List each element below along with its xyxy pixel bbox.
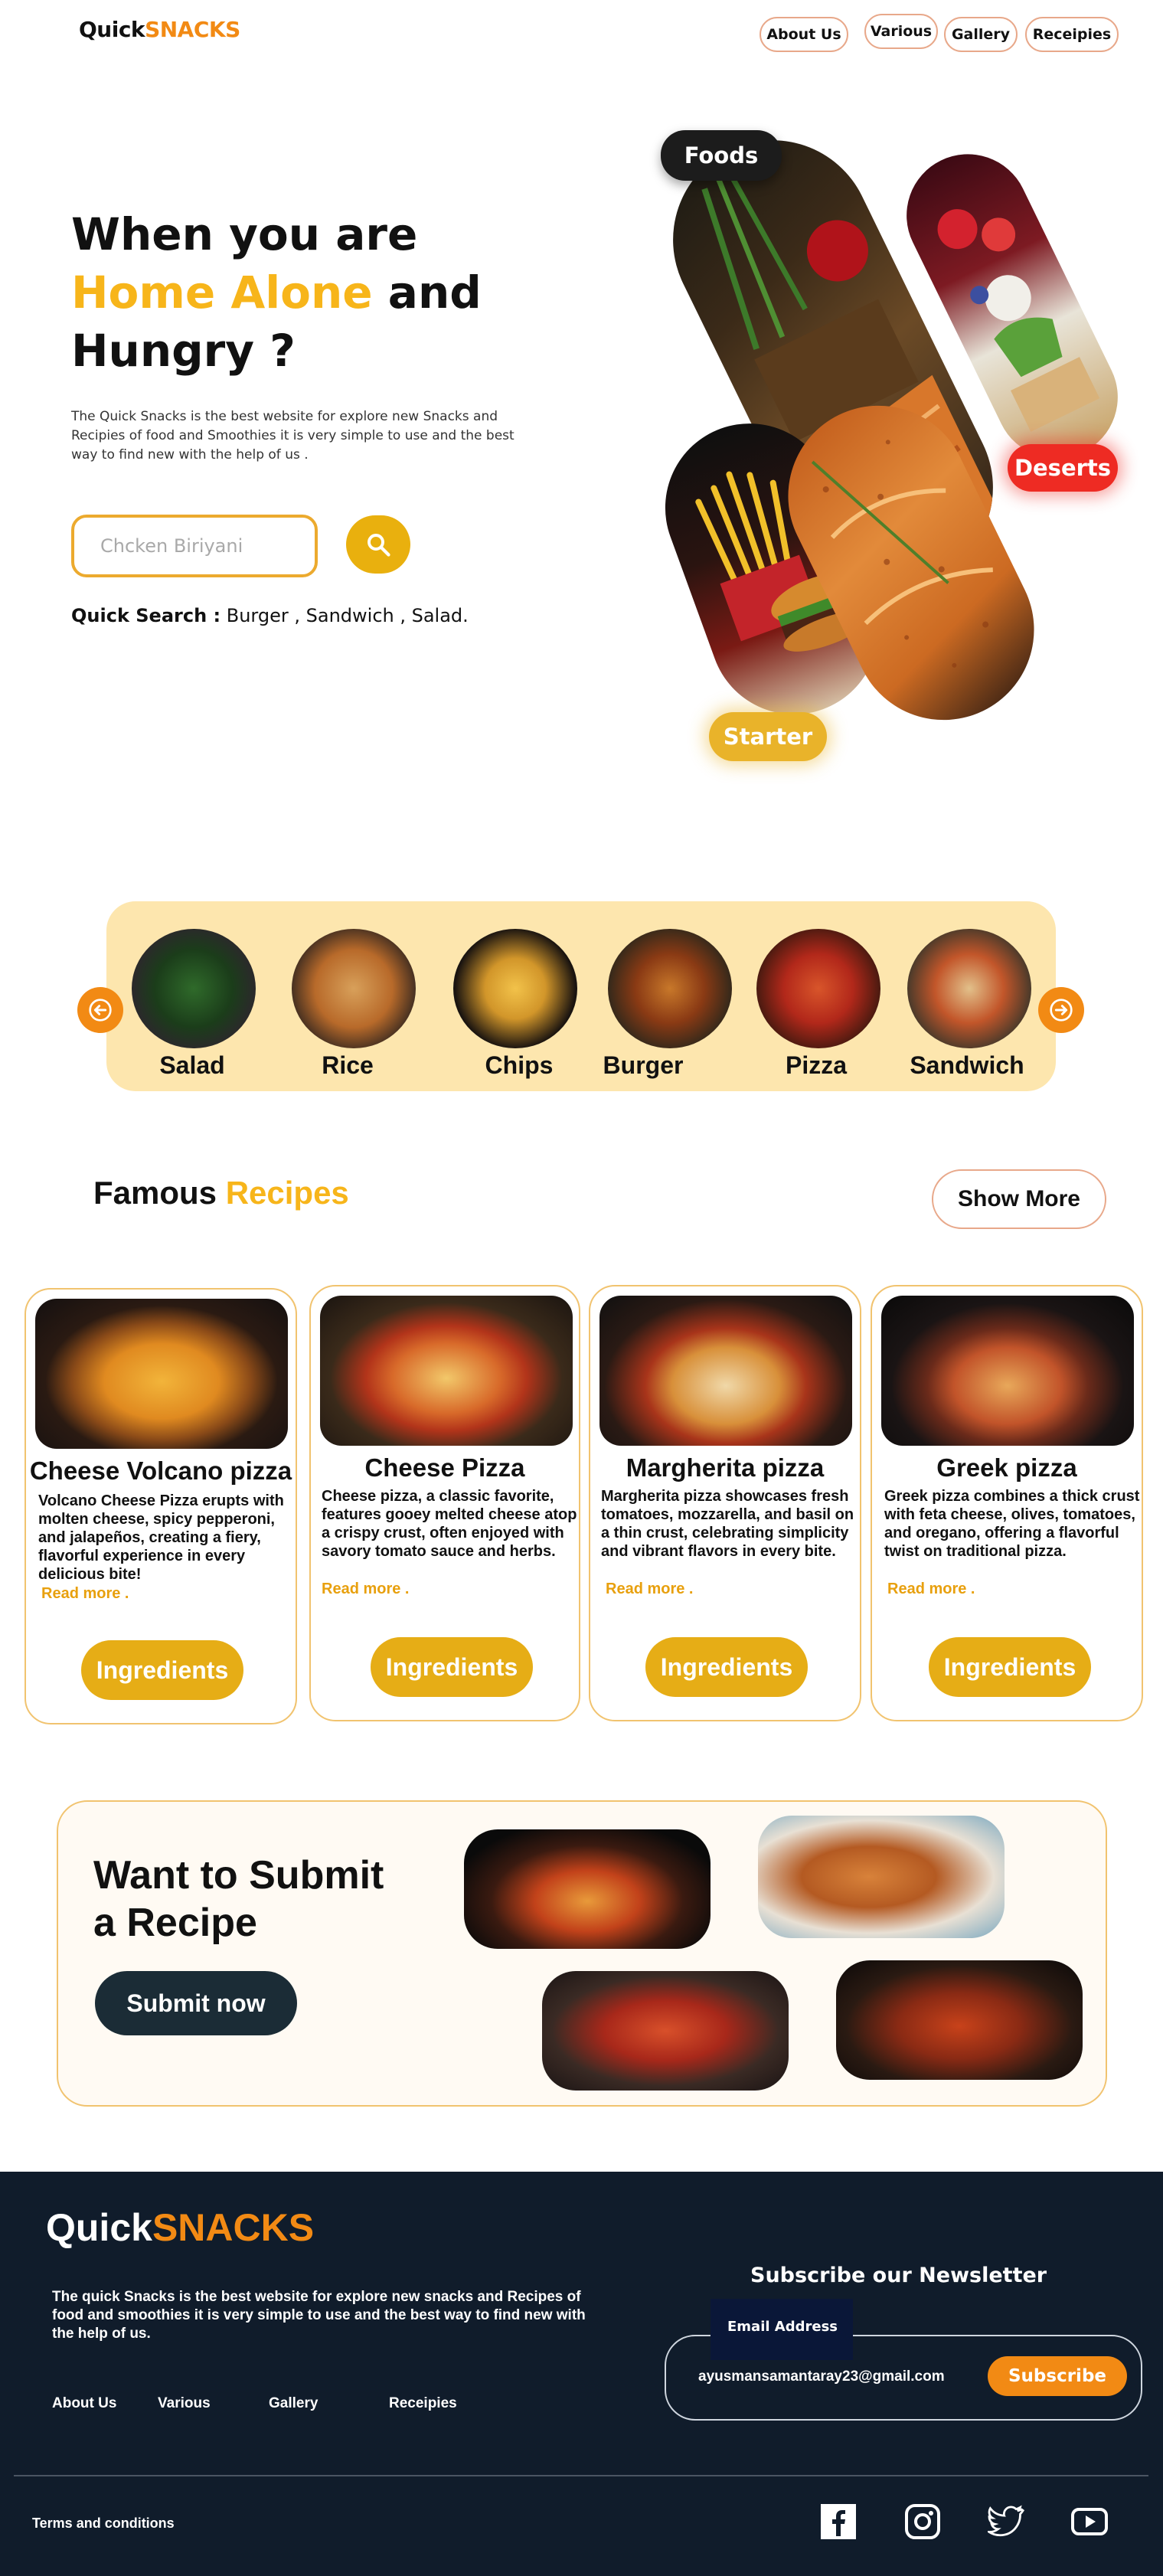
hero-title-highlight: Home Alone — [71, 266, 373, 319]
quick-search-items[interactable]: Burger , Sandwich , Salad. — [221, 605, 469, 626]
curry-image — [836, 1960, 1083, 2080]
footer-description: The quick Snacks is the best website for… — [52, 2289, 586, 2342]
footer-logo-part1: Quick — [46, 2206, 152, 2249]
hero-title: When you are Home Alone and Hungry ? — [71, 205, 500, 380]
ingredients-button[interactable]: Ingredients — [645, 1637, 808, 1697]
hero-description: The Quick Snacks is the best website for… — [71, 409, 515, 463]
facebook-icon[interactable] — [819, 2502, 858, 2541]
category-burger-label[interactable]: Burger — [574, 1051, 712, 1080]
brand-logo-part1: Quick — [79, 17, 145, 42]
read-more-link[interactable]: Read more . — [41, 1585, 129, 1603]
ingredients-button[interactable]: Ingredients — [81, 1640, 243, 1700]
ingredients-button[interactable]: Ingredients — [929, 1637, 1091, 1697]
submit-title-line1: Want to Submit — [93, 1853, 384, 1898]
deserts-tag[interactable]: Deserts — [1008, 444, 1118, 492]
email-label: Email Address — [711, 2299, 853, 2360]
recipe-image — [35, 1299, 288, 1449]
famous-recipes-title: Famous Recipes — [93, 1175, 349, 1211]
tandoori-image — [542, 1971, 789, 2091]
email-input[interactable]: ayusmansamantaray23@gmail.com — [698, 2368, 945, 2385]
recipe-title: Margherita pizza — [626, 1453, 825, 1482]
category-sandwich-image[interactable] — [907, 929, 1031, 1048]
recipe-title: Cheese Volcano pizza — [29, 1456, 292, 1485]
footer-link-about[interactable]: About Us — [52, 2395, 116, 2412]
submit-recipe-title: Want to Submit a Recipe — [93, 1852, 384, 1947]
category-salad-image[interactable] — [132, 929, 256, 1048]
nav-about-button[interactable]: About Us — [760, 17, 848, 52]
footer-link-recipes[interactable]: Receipies — [389, 2395, 457, 2412]
recipe-title: Greek pizza — [936, 1453, 1077, 1482]
quick-search-label: Quick Search : — [71, 605, 221, 626]
hero-title-and: and — [372, 266, 482, 319]
carousel-prev-button[interactable] — [77, 987, 123, 1033]
category-rice-image[interactable] — [292, 929, 416, 1048]
category-pizza-image[interactable] — [756, 929, 880, 1048]
famous-title-part2: Recipes — [225, 1175, 349, 1211]
submit-now-button[interactable]: Submit now — [95, 1971, 297, 2035]
read-more-link[interactable]: Read more . — [606, 1581, 693, 1598]
arrow-left-icon — [89, 999, 112, 1022]
newsletter-title: Subscribe our Newsletter — [750, 2264, 1047, 2287]
recipe-image — [599, 1296, 852, 1446]
noodles-image — [464, 1829, 711, 1949]
brand-logo-part2: SNACKS — [145, 17, 240, 42]
youtube-icon[interactable] — [1070, 2502, 1109, 2541]
footer-link-various[interactable]: Various — [158, 2395, 211, 2412]
arrow-right-icon — [1050, 999, 1073, 1022]
read-more-link[interactable]: Read more . — [322, 1581, 409, 1598]
hero-title-line1: When you are — [71, 208, 418, 260]
nav-various-button[interactable]: Various — [864, 14, 938, 49]
recipe-card: Cheese Volcano pizza Volcano Cheese Pizz… — [25, 1288, 297, 1724]
search-input[interactable] — [100, 535, 315, 557]
category-burger-image[interactable] — [608, 929, 732, 1048]
twitter-icon[interactable] — [985, 2502, 1026, 2541]
recipe-card: Margherita pizza Margherita pizza showca… — [589, 1285, 861, 1721]
footer-logo-part2: SNACKS — [152, 2206, 315, 2249]
recipe-description: Cheese pizza, a classic favorite, featur… — [322, 1488, 577, 1560]
brand-logo[interactable]: QuickSNACKS — [79, 17, 240, 42]
category-chips-image[interactable] — [453, 929, 577, 1048]
famous-title-part1: Famous — [93, 1175, 226, 1211]
recipe-description: Volcano Cheese Pizza erupts with molten … — [38, 1492, 284, 1583]
quick-search: Quick Search : Burger , Sandwich , Salad… — [71, 605, 469, 626]
recipe-image — [320, 1296, 573, 1446]
recipe-description: Margherita pizza showcases fresh tomatoe… — [601, 1488, 854, 1560]
footer-logo[interactable]: QuickSNACKS — [46, 2205, 314, 2250]
submit-title-line2: a Recipe — [93, 1901, 257, 1945]
recipe-description: Greek pizza combines a thick crust with … — [884, 1488, 1140, 1560]
starter-tag[interactable]: Starter — [709, 712, 827, 761]
read-more-link[interactable]: Read more . — [887, 1581, 975, 1598]
terms-link[interactable]: Terms and conditions — [32, 2516, 175, 2532]
category-salad-label[interactable]: Salad — [123, 1051, 261, 1080]
footer-link-gallery[interactable]: Gallery — [269, 2395, 318, 2412]
foods-tag[interactable]: Foods — [661, 130, 782, 181]
instagram-icon[interactable] — [903, 2502, 942, 2541]
nav-gallery-button[interactable]: Gallery — [944, 17, 1018, 52]
search-button[interactable] — [346, 515, 410, 574]
category-sandwich-label[interactable]: Sandwich — [898, 1051, 1036, 1080]
recipe-card: Cheese Pizza Cheese pizza, a classic fav… — [309, 1285, 580, 1721]
category-rice-label[interactable]: Rice — [279, 1051, 417, 1080]
roast-chicken-image — [758, 1816, 1005, 1938]
search-field[interactable] — [71, 515, 318, 577]
ingredients-button[interactable]: Ingredients — [371, 1637, 533, 1697]
nav-recipes-button[interactable]: Receipies — [1025, 17, 1119, 52]
recipe-image — [881, 1296, 1134, 1446]
recipe-card: Greek pizza Greek pizza combines a thick… — [871, 1285, 1143, 1721]
carousel-next-button[interactable] — [1038, 987, 1084, 1033]
category-chips-label[interactable]: Chips — [450, 1051, 588, 1080]
category-pizza-label[interactable]: Pizza — [747, 1051, 885, 1080]
show-more-button[interactable]: Show More — [932, 1169, 1106, 1229]
footer-divider — [14, 2475, 1148, 2476]
subscribe-button[interactable]: Subscribe — [988, 2356, 1127, 2396]
recipe-title: Cheese Pizza — [364, 1453, 525, 1482]
hero-title-line3: Hungry ? — [71, 325, 296, 377]
search-icon — [368, 534, 390, 557]
